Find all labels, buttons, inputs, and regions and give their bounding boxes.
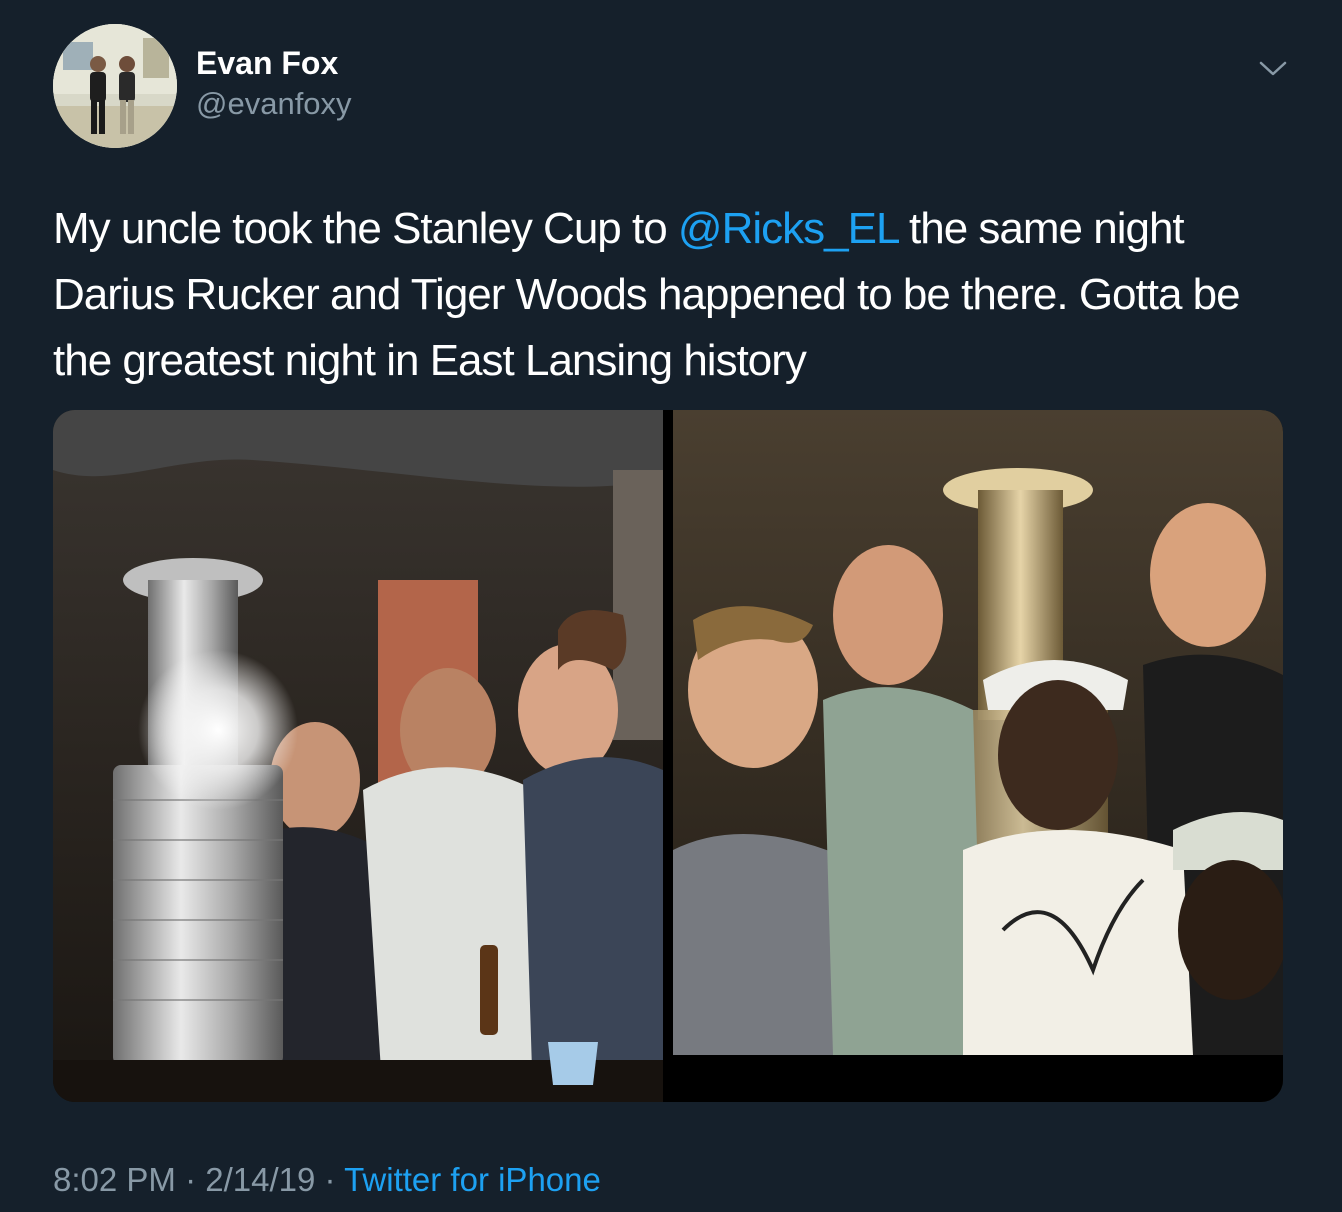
chevron-down-icon[interactable]: [1256, 54, 1290, 82]
tweet-time[interactable]: 8:02 PM: [53, 1161, 176, 1198]
tweet-meta: 8:02 PM · 2/14/19 · Twitter for iPhone: [53, 1158, 601, 1202]
source-link[interactable]: Twitter for iPhone: [344, 1161, 601, 1198]
tweet: Evan Fox @evanfoxy My uncle took the Sta…: [0, 0, 1342, 1212]
meta-separator: ·: [315, 1161, 345, 1198]
display-name[interactable]: Evan Fox: [196, 43, 338, 83]
media-grid: [53, 410, 1283, 1102]
photo-stanley-cup-bar[interactable]: [53, 410, 663, 1102]
mention-link[interactable]: @Ricks_EL: [678, 204, 899, 253]
tweet-date[interactable]: 2/14/19: [205, 1161, 315, 1198]
tweet-text-part1: My uncle took the Stanley Cup to: [53, 204, 678, 253]
username-handle[interactable]: @evanfoxy: [196, 84, 352, 124]
meta-separator: ·: [175, 1161, 206, 1198]
avatar[interactable]: [53, 24, 177, 148]
photo-autographed-group[interactable]: [673, 410, 1283, 1102]
tweet-text: My uncle took the Stanley Cup to @Ricks_…: [53, 196, 1293, 394]
